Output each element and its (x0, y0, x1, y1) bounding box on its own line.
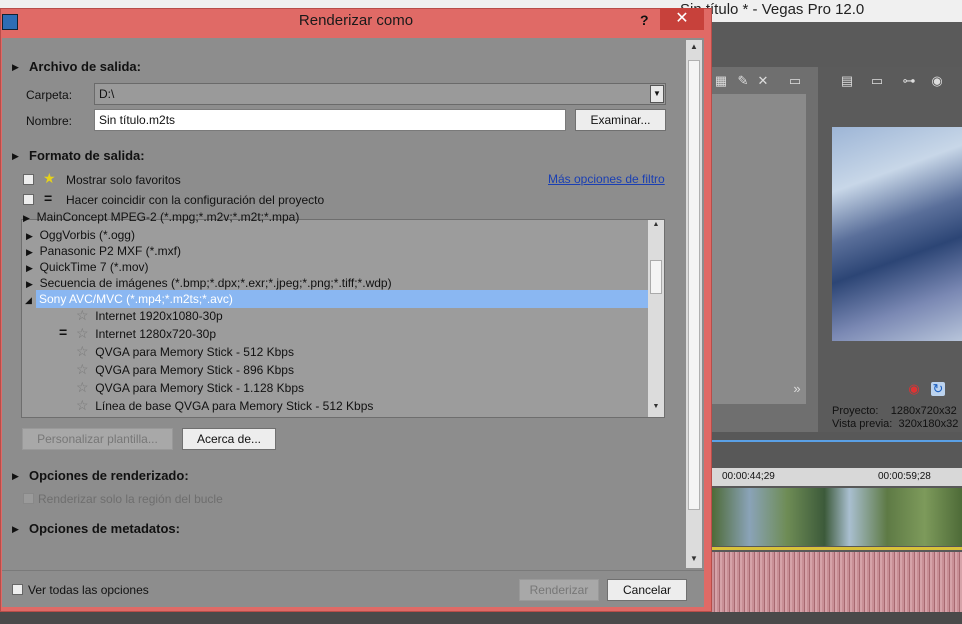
record-icon[interactable]: ◉ (907, 382, 921, 396)
next-frame-icon[interactable]: » (790, 382, 804, 396)
ver-todas-label: Ver todas las opciones (28, 583, 149, 597)
properties-icon[interactable]: ▤ (840, 74, 854, 88)
tree-partial-label: ▶ MainConcept MPEG-2 (*.mpg;*.m2v;*.m2t;… (23, 211, 300, 224)
template-item[interactable]: ☆ Internet 1280x720-30p (76, 324, 216, 342)
timeline-marker-bar (710, 440, 962, 442)
star-outline-icon[interactable]: ☆ (76, 397, 89, 413)
template-item[interactable]: ☆ QVGA para Memory Stick - 896 Kbps (76, 360, 294, 378)
archivo-heading: Archivo de salida: (29, 59, 141, 74)
acerca-button[interactable]: Acerca de... (182, 428, 276, 450)
cancelar-button[interactable]: Cancelar (607, 579, 687, 601)
scroll-down-icon[interactable]: ▼ (686, 552, 702, 566)
expand-metadatos-icon[interactable]: ▶ (12, 524, 19, 535)
tree-scroll-thumb[interactable] (650, 260, 662, 294)
split-icon[interactable]: ▦ (714, 74, 728, 88)
video-track[interactable] (712, 488, 962, 546)
carpeta-label: Carpeta: (26, 88, 73, 102)
monitor-icon[interactable]: ▭ (788, 74, 802, 88)
template-item[interactable]: ☆ Internet 1920x1080-30p (76, 306, 223, 324)
app-toolbar-area (710, 22, 962, 67)
timecode-2: 00:00:59;28 (878, 471, 931, 482)
timecode-1: 00:00:44;29 (722, 471, 775, 482)
star-icon: ★ (43, 170, 56, 186)
star-outline-icon[interactable]: ☆ (76, 307, 89, 323)
metadatos-heading: Opciones de metadatos: (29, 521, 180, 536)
examinar-button[interactable]: Examinar... (575, 109, 666, 131)
pen-icon[interactable]: ✎ (736, 74, 750, 88)
star-outline-icon[interactable]: ☆ (76, 325, 89, 341)
tree-scroll-down-icon[interactable]: ▼ (648, 403, 664, 415)
nombre-label: Nombre: (26, 114, 73, 128)
help-button[interactable]: ? (640, 12, 649, 28)
envelope-line (712, 547, 962, 550)
template-item[interactable]: ☆ Línea de base QVGA para Memory Stick -… (76, 396, 373, 414)
dialog-title: Renderizar como (298, 12, 414, 29)
app-statusbar (0, 612, 962, 624)
overlay-icon[interactable]: ◉ (930, 74, 944, 88)
video-preview (832, 127, 962, 341)
collapse-icon[interactable]: ◢ (25, 295, 32, 306)
match-project-icon: = (59, 324, 68, 340)
mas-opciones-link[interactable]: Más opciones de filtro (548, 172, 665, 186)
favoritos-checkbox[interactable] (23, 174, 34, 185)
equals-icon: = (44, 190, 53, 206)
tree-scrollbar[interactable] (648, 220, 664, 417)
star-outline-icon[interactable]: ☆ (76, 361, 89, 377)
expand-icon[interactable]: ▶ (26, 247, 33, 257)
carpeta-combobox[interactable]: D:\ ▼ (94, 83, 666, 105)
render-heading: Opciones de renderizado: (29, 468, 189, 483)
carpeta-value: D:\ (99, 87, 115, 101)
preview-info: Proyecto: 1280x720x32 Vista previa: 320x… (832, 405, 959, 430)
expand-formato-icon[interactable]: ▶ (12, 151, 19, 162)
expand-icon[interactable]: ▶ (26, 231, 33, 241)
chevron-down-icon[interactable]: ▼ (650, 85, 664, 103)
dialog-scroll-thumb[interactable] (688, 60, 700, 510)
star-outline-icon[interactable]: ☆ (76, 343, 89, 359)
preview-monitor-icon[interactable]: ▭ (870, 74, 884, 88)
favoritos-label: Mostrar solo favoritos (66, 173, 181, 187)
formato-heading: Formato de salida: (29, 148, 145, 163)
tree-scroll-up-icon[interactable]: ▲ (648, 221, 664, 233)
expand-icon[interactable]: ▶ (26, 279, 33, 289)
expand-icon[interactable]: ▶ (26, 263, 33, 273)
renderizar-button[interactable]: Renderizar (519, 579, 599, 601)
close-button[interactable]: ✕ (660, 8, 704, 30)
bucle-label: Renderizar solo la región del bucle (38, 492, 223, 506)
scroll-up-icon[interactable]: ▲ (686, 40, 702, 54)
audio-track[interactable] (712, 552, 962, 612)
tree-partial-row: ▶ MainConcept MPEG-2 (*.mpg;*.m2v;*.m2t;… (23, 211, 643, 227)
coincidir-label: Hacer coincidir con la configuración del… (66, 193, 325, 207)
coincidir-checkbox[interactable] (23, 194, 34, 205)
expand-render-icon[interactable]: ▶ (12, 471, 19, 482)
bucle-checkbox[interactable] (23, 493, 34, 504)
nombre-input[interactable] (94, 109, 566, 131)
ver-todas-checkbox[interactable] (12, 584, 23, 595)
delete-icon[interactable]: ✕ (756, 74, 770, 88)
split-screen-icon[interactable]: ⊶ (902, 74, 916, 88)
star-outline-icon[interactable]: ☆ (76, 379, 89, 395)
template-item[interactable]: ☆ QVGA para Memory Stick - 512 Kbps (76, 342, 294, 360)
personalizar-button[interactable]: Personalizar plantilla... (22, 428, 173, 450)
timeline-ruler[interactable]: 00:00:44;29 00:00:59;28 (710, 468, 962, 486)
loop-icon[interactable]: ↻ (931, 382, 945, 396)
expand-archivo-icon[interactable]: ▶ (12, 62, 19, 73)
explorer-list (712, 94, 806, 404)
template-item[interactable]: ☆ QVGA para Memory Stick - 1.128 Kbps (76, 378, 304, 396)
